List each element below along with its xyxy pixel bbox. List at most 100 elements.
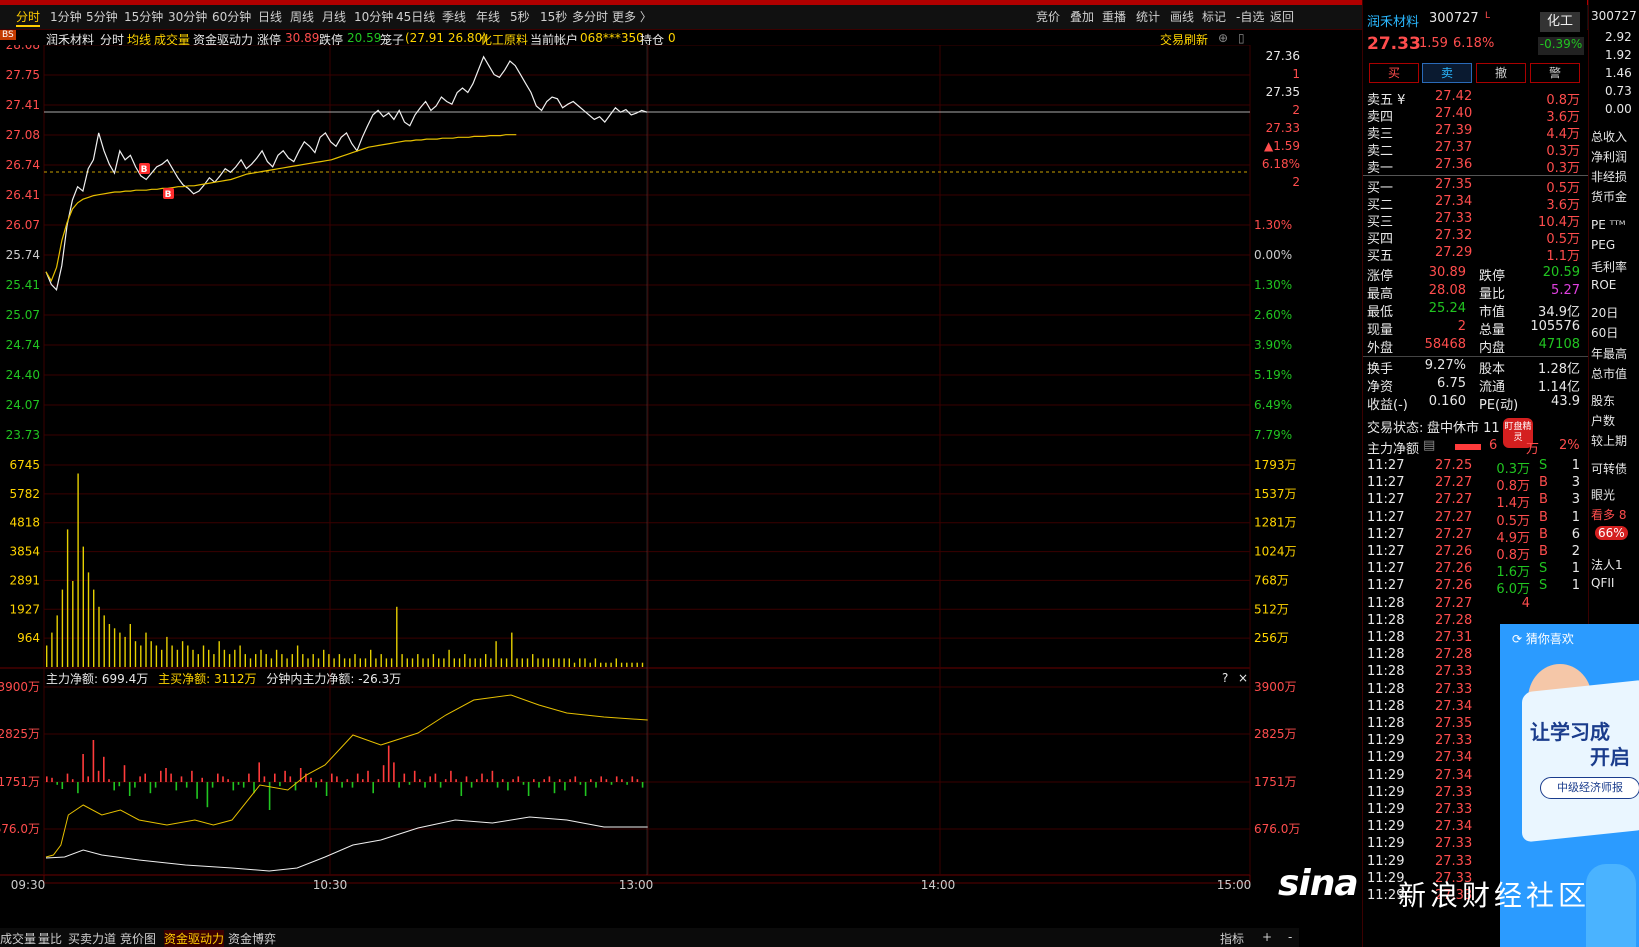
- pct-axis-label: 0.00%: [1254, 248, 1292, 262]
- sector-button[interactable]: 化工: [1540, 12, 1580, 32]
- help-icon[interactable]: ?: [1222, 671, 1228, 685]
- volume-amount-label: 512万: [1254, 602, 1289, 616]
- f10-label-14[interactable]: 较上期: [1591, 432, 1627, 449]
- pct-axis-label: 6.49%: [1254, 398, 1292, 412]
- tick-price: 27.33: [1435, 784, 1473, 800]
- period-tab-2[interactable]: 5分钟: [86, 8, 118, 25]
- f10-label-1[interactable]: 净利润: [1591, 148, 1627, 165]
- bid-row-1[interactable]: 买二 27.34 3.6万: [1363, 194, 1588, 213]
- period-tab-9[interactable]: 10分钟: [354, 8, 393, 25]
- period-tab-16[interactable]: 更多 〉: [612, 8, 652, 25]
- ask-row-3[interactable]: 卖二 27.37 0.3万: [1363, 140, 1588, 159]
- settings-icon[interactable]: ⊕: [1218, 31, 1228, 45]
- f10-label-2[interactable]: 非经损: [1591, 168, 1627, 185]
- volume-bar: [249, 658, 252, 667]
- f10-label-5[interactable]: PEG: [1591, 238, 1615, 252]
- quote-stock-name[interactable]: 润禾材料: [1367, 11, 1419, 30]
- f10-label-10[interactable]: 年最高: [1591, 345, 1627, 362]
- bid-row-2[interactable]: 买三 27.33 10.4万: [1363, 211, 1588, 230]
- f10-label-18[interactable]: 66%: [1595, 526, 1628, 540]
- stat-value: 25.24: [1428, 301, 1466, 316]
- period-tab-4[interactable]: 30分钟: [168, 8, 207, 25]
- capital-axis-label: 1751万: [0, 775, 40, 789]
- bottom-tool-1[interactable]: +: [1262, 930, 1272, 944]
- bottom-tab-1[interactable]: 量比: [38, 930, 62, 947]
- f10-label-4[interactable]: PE ᵀᵀᴹ: [1591, 218, 1625, 232]
- bottom-tab-5[interactable]: 资金博弈: [228, 930, 276, 947]
- bid-row-4[interactable]: 买五 27.29 1.1万: [1363, 245, 1588, 264]
- limit-up-value: 30.89: [285, 31, 320, 45]
- ask-row-1[interactable]: 卖四 27.40 3.6万: [1363, 106, 1588, 125]
- bid-row-3[interactable]: 买四 27.32 0.5万: [1363, 228, 1588, 247]
- ad-cta[interactable]: 中级经济师报: [1540, 777, 1639, 799]
- capital-bar-in: [377, 779, 380, 782]
- period-tab-0[interactable]: 分时: [16, 8, 41, 27]
- ask-row-4[interactable]: 卖一 27.36 0.3万: [1363, 157, 1588, 176]
- period-tab-5[interactable]: 60分钟: [212, 8, 251, 25]
- net-chart-icon[interactable]: ▤: [1423, 438, 1435, 453]
- tool-4[interactable]: 画线: [1170, 8, 1194, 25]
- volume-bar: [61, 589, 64, 667]
- f10-label-20[interactable]: QFII: [1591, 576, 1614, 590]
- tool-1[interactable]: 叠加: [1070, 8, 1094, 25]
- tool-2[interactable]: 重播: [1102, 8, 1126, 25]
- f10-label-9[interactable]: 60日: [1591, 324, 1618, 341]
- minute-net-value: -26.3万: [358, 672, 402, 686]
- f10-label-7[interactable]: ROE: [1591, 278, 1616, 292]
- period-tab-3[interactable]: 15分钟: [124, 8, 163, 25]
- volume-bar: [275, 649, 278, 667]
- ask-row-0[interactable]: 卖五 ¥27.42 0.8万: [1363, 89, 1588, 108]
- period-tab-15[interactable]: 多分时: [572, 8, 608, 25]
- bid-row-0[interactable]: 买一 27.35 0.5万: [1363, 177, 1588, 196]
- period-tab-10[interactable]: 45日线: [396, 8, 435, 25]
- volume-bar: [490, 658, 492, 667]
- capital-bar-in: [217, 773, 219, 782]
- tick-price: 27.27: [1435, 475, 1473, 491]
- f10-label-11[interactable]: 总市值: [1591, 365, 1627, 382]
- f10-label-6[interactable]: 毛利率: [1591, 258, 1627, 275]
- trade-button-3[interactable]: 警: [1530, 63, 1580, 83]
- close-icon[interactable]: ×: [1238, 671, 1248, 685]
- f10-label-12[interactable]: 股东: [1591, 392, 1615, 409]
- period-tab-8[interactable]: 月线: [322, 8, 346, 25]
- f10-label-16[interactable]: 眼光: [1591, 486, 1615, 503]
- f10-label-19[interactable]: 法人1: [1591, 556, 1623, 573]
- capital-bar-in: [71, 779, 74, 782]
- tool-0[interactable]: 竞价: [1036, 8, 1060, 25]
- tool-6[interactable]: -自选: [1236, 8, 1264, 25]
- trade-button-1[interactable]: 卖: [1422, 63, 1472, 83]
- period-tab-13[interactable]: 5秒: [510, 8, 530, 25]
- period-tab-1[interactable]: 1分钟: [50, 8, 82, 25]
- f10-label-17[interactable]: 看多 8: [1591, 506, 1626, 523]
- period-tab-12[interactable]: 年线: [476, 8, 500, 25]
- bottom-tool-2[interactable]: -: [1288, 930, 1292, 944]
- tool-5[interactable]: 标记: [1202, 8, 1226, 25]
- price-axis-label: 26.74: [6, 158, 40, 172]
- f10-label-13[interactable]: 户数: [1591, 412, 1615, 429]
- period-tab-6[interactable]: 日线: [258, 8, 282, 25]
- period-tab-7[interactable]: 周线: [290, 8, 314, 25]
- intraday-chart[interactable]: 28.08 27.75 27.41 27.08 26.74 26.41 26.07 1.30%…: [0, 45, 1300, 928]
- bottom-tab-3[interactable]: 竞价图: [120, 930, 156, 947]
- f10-label-8[interactable]: 20日: [1591, 304, 1618, 321]
- bottom-tool-0[interactable]: 指标: [1220, 930, 1244, 947]
- tool-7[interactable]: 返回: [1270, 8, 1294, 25]
- bottom-tab-2[interactable]: 买卖力道: [68, 930, 116, 947]
- trade-button-0[interactable]: 买: [1369, 63, 1419, 83]
- period-tab-14[interactable]: 15秒: [540, 8, 567, 25]
- price-axis-label: 23.73: [6, 428, 40, 442]
- tool-3[interactable]: 统计: [1136, 8, 1160, 25]
- ask-row-2[interactable]: 卖三 27.39 4.4万: [1363, 123, 1588, 142]
- f10-label-0[interactable]: 总收入: [1591, 128, 1627, 145]
- period-tab-11[interactable]: 季线: [442, 8, 466, 25]
- pct-axis-label: 1.30%: [1254, 278, 1292, 292]
- panel-toggle-icon[interactable]: ▯: [1238, 31, 1245, 45]
- bottom-tab-0[interactable]: 成交量: [0, 930, 36, 947]
- f10-label-3[interactable]: 货币金: [1591, 188, 1627, 205]
- bottom-tab-4[interactable]: 资金驱动力: [164, 930, 225, 947]
- ad-refresh-icon[interactable]: ⟳: [1512, 632, 1522, 646]
- f10-label-15[interactable]: 可转债: [1591, 460, 1627, 477]
- trade-button-2[interactable]: 撤: [1476, 63, 1526, 83]
- tick-price: 27.33: [1435, 664, 1473, 680]
- bs-badge[interactable]: BS: [0, 30, 16, 40]
